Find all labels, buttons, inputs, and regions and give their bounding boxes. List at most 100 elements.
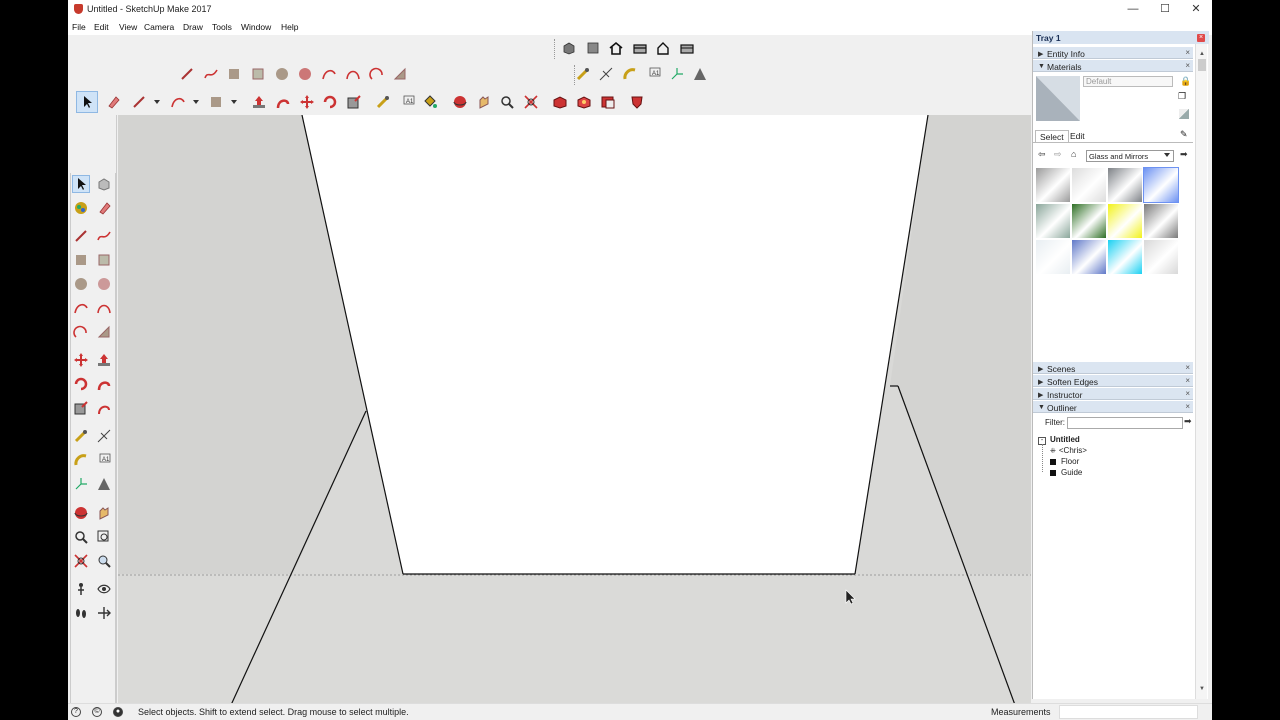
rectangle-icon[interactable] [225,65,243,83]
measurements-input[interactable] [1059,705,1198,719]
geolocation-icon[interactable]: ? [71,707,81,717]
line-tool-icon[interactable] [130,93,148,111]
user-icon[interactable]: ● [113,707,123,717]
push-pull-icon[interactable] [250,93,268,111]
zoom-icon[interactable] [72,528,90,546]
three-point-arc-icon[interactable] [72,323,90,341]
component-icon[interactable] [95,175,113,193]
follow-me-icon[interactable] [274,93,292,111]
outliner-item[interactable]: Guide [1050,468,1082,477]
pan-icon[interactable] [475,93,493,111]
menu-camera[interactable]: Camera [144,22,174,32]
freehand-icon[interactable] [202,65,220,83]
material-swatch[interactable] [1072,240,1106,274]
outliner-filter-input[interactable] [1067,417,1183,429]
material-swatch[interactable] [1072,168,1106,202]
menu-help[interactable]: Help [281,22,298,32]
back-view-icon[interactable] [654,39,672,57]
scale-icon[interactable] [345,93,363,111]
eyedropper-icon[interactable]: ✎ [1180,129,1188,140]
scale-icon[interactable] [72,399,90,417]
forward-arrow-icon[interactable]: ⇨ [1054,149,1062,160]
paint-bucket-icon[interactable] [421,93,439,111]
outliner-root[interactable]: - Untitled [1038,435,1080,445]
arc-icon[interactable] [169,93,187,111]
material-swatch[interactable] [1144,204,1178,238]
3d-text-icon[interactable] [691,65,709,83]
toolbar-gripper[interactable] [554,39,557,59]
select-tool-button[interactable] [76,91,98,113]
line-tool-icon[interactable] [178,65,196,83]
menu-draw[interactable]: Draw [183,22,203,32]
right-view-icon[interactable] [631,39,649,57]
rotated-rectangle-icon[interactable] [95,251,113,269]
position-camera-icon[interactable] [72,580,90,598]
eraser-icon[interactable] [95,199,113,217]
axes-icon[interactable] [72,475,90,493]
credits-icon[interactable]: © [92,707,102,717]
text-icon[interactable]: A1 [645,65,663,83]
tape-measure-icon[interactable] [574,65,592,83]
push-pull-icon[interactable] [95,351,113,369]
zoom-icon[interactable] [498,93,516,111]
zoom-extents-icon[interactable] [522,93,540,111]
chevron-down-icon[interactable] [1164,153,1170,157]
walk-icon[interactable] [72,604,90,622]
dimension-icon[interactable] [597,65,615,83]
previous-view-icon[interactable] [95,552,113,570]
close-icon[interactable]: × [1185,363,1190,372]
menu-edit[interactable]: Edit [94,22,109,32]
arc-icon[interactable] [72,299,90,317]
panel-outliner[interactable]: ▼ Outliner × [1033,401,1193,413]
3d-warehouse-icon[interactable] [551,93,569,111]
default-material-icon[interactable] [1179,109,1189,119]
front-view-icon[interactable] [607,39,625,57]
pie-icon[interactable] [391,65,409,83]
section-plane-icon[interactable] [95,604,113,622]
protractor-icon[interactable] [621,65,639,83]
material-swatch[interactable] [1036,168,1070,202]
tape-measure-icon[interactable] [72,427,90,445]
protractor-icon[interactable] [72,451,90,469]
freehand-icon[interactable] [95,227,113,245]
model-viewport[interactable] [118,115,1031,705]
menu-tools[interactable]: Tools [212,22,232,32]
material-library-select[interactable]: Glass and Mirrors [1086,150,1174,162]
zoom-extents-icon[interactable] [72,552,90,570]
look-around-icon[interactable] [95,580,113,598]
menu-window[interactable]: Window [241,22,271,32]
close-icon[interactable]: × [1185,48,1190,57]
circle-icon[interactable] [72,275,90,293]
chevron-down-icon[interactable] [231,100,237,104]
back-arrow-icon[interactable]: ⇦ [1038,149,1046,160]
zoom-window-icon[interactable] [95,528,113,546]
move-icon[interactable] [72,351,90,369]
outliner-item[interactable]: ⁜ <Chris> [1050,446,1087,455]
create-material-icon[interactable]: ❐ [1178,91,1186,102]
close-icon[interactable]: × [1185,61,1190,70]
details-arrow-icon[interactable]: ➡ [1180,149,1188,160]
tape-measure-icon[interactable] [374,93,392,111]
shapes-icon[interactable] [207,93,225,111]
polygon-icon[interactable] [296,65,314,83]
minimize-button[interactable]: — [1117,0,1149,19]
menu-file[interactable]: File [72,22,86,32]
rotate-icon[interactable] [321,93,339,111]
tab-select[interactable]: Select [1035,130,1069,142]
polygon-icon[interactable] [95,275,113,293]
two-point-arc-icon[interactable] [344,65,362,83]
text-icon[interactable]: A1 [399,93,417,111]
maximize-button[interactable]: ☐ [1149,0,1181,19]
panel-scenes[interactable]: ▶ Scenes × [1033,362,1193,374]
pan-icon[interactable] [95,504,113,522]
select-tool-button[interactable] [72,175,90,193]
pie-icon[interactable] [95,323,113,341]
lock-icon[interactable]: 🔒 [1180,76,1191,87]
close-icon[interactable]: × [1185,389,1190,398]
material-swatch[interactable] [1108,204,1142,238]
close-button[interactable]: ✕ [1180,0,1212,19]
material-swatch[interactable] [1108,168,1142,202]
eraser-icon[interactable] [104,93,122,111]
home-icon[interactable]: ⌂ [1071,149,1076,159]
follow-me-icon[interactable] [95,375,113,393]
